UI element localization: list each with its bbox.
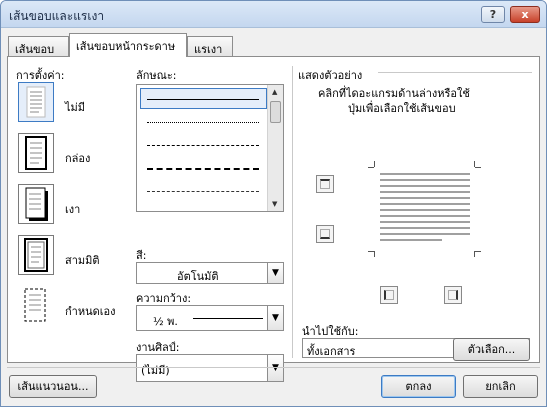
preview-text-line: [380, 185, 470, 187]
footer-divider: [7, 367, 540, 368]
options-button[interactable]: ตัวเลือก...: [453, 338, 530, 361]
corner-mark: [475, 251, 481, 252]
style-scrollbar[interactable]: ▲ ▼: [267, 85, 283, 211]
preview-text-line: [380, 191, 470, 193]
preview-text-line: [380, 197, 470, 199]
dialog-title: เส้นขอบและแรเงา: [9, 9, 105, 23]
scroll-down-icon[interactable]: ▼: [272, 200, 277, 208]
preview-heading: แสดงตัวอย่าง: [298, 69, 363, 82]
preview-text-line: [380, 215, 470, 217]
left-border-icon[interactable]: [380, 286, 398, 304]
setting-3d-label: สามมิติ: [65, 254, 100, 267]
scroll-up-icon[interactable]: ▲: [272, 88, 277, 96]
width-value: ½ พ.: [153, 315, 178, 328]
preview-text-line: [380, 173, 470, 175]
page-border-panel: การตั้งค่า: ไม่มี กล่อง เงา สามมิติ กำหน…: [7, 56, 540, 382]
style-option-long-dash[interactable]: [147, 168, 259, 170]
bottom-border-icon[interactable]: [316, 225, 334, 243]
horizontal-line-button[interactable]: เส้นแนวนอน...: [9, 375, 97, 398]
preview-text-line: [380, 221, 470, 223]
style-option-dashed[interactable]: [147, 145, 259, 146]
top-border-icon[interactable]: [316, 175, 334, 193]
chevron-down-icon[interactable]: ▼: [267, 263, 283, 283]
style-option-solid[interactable]: [147, 99, 259, 100]
style-option-dotted[interactable]: [147, 122, 259, 123]
apply-to-value: ทั้งเอกสาร: [307, 345, 356, 358]
preview-text-line: [380, 209, 470, 211]
setting-custom-button[interactable]: [18, 286, 54, 326]
tab-page-border[interactable]: เส้นขอบหน้ากระดาษ: [69, 33, 187, 57]
borders-shading-dialog: เส้นขอบและแรเงา ? x เส้นขอบ เส้นขอบหน้าก…: [0, 0, 547, 407]
ok-button[interactable]: ตกลง: [381, 375, 456, 398]
3d-border-icon: [24, 238, 48, 272]
dialog-body: เส้นขอบ เส้นขอบหน้ากระดาษ แรเงา การตั้งค…: [1, 28, 546, 406]
preview-text-line: [380, 233, 470, 235]
setting-box-button[interactable]: [18, 133, 54, 173]
none-border-icon: [26, 86, 46, 118]
setting-shadow-label: เงา: [65, 203, 81, 216]
setting-none-button[interactable]: [18, 82, 54, 122]
chevron-down-icon[interactable]: ▼: [267, 355, 283, 381]
help-button[interactable]: ?: [481, 6, 505, 23]
style-listbox[interactable]: ▲ ▼: [136, 84, 284, 212]
custom-border-icon: [24, 288, 46, 322]
color-value: อัตโนมัติ: [177, 270, 219, 283]
tab-shading[interactable]: แรเงา: [187, 36, 233, 56]
shadow-border-icon: [25, 187, 48, 221]
close-button[interactable]: x: [510, 6, 540, 23]
setting-box-label: กล่อง: [65, 152, 91, 165]
color-dropdown[interactable]: อัตโนมัติ ▼: [136, 262, 284, 284]
width-line-sample: [193, 318, 263, 319]
corner-mark: [368, 167, 374, 168]
art-dropdown[interactable]: (ไม่มี) ▼: [136, 354, 284, 382]
chevron-down-icon[interactable]: ▼: [267, 306, 283, 330]
style-option-dash-dot[interactable]: [147, 191, 259, 192]
column-divider: [292, 66, 293, 358]
width-dropdown[interactable]: ½ พ. ▼: [136, 305, 284, 331]
corner-mark: [374, 161, 375, 167]
tab-borders[interactable]: เส้นขอบ: [8, 36, 69, 56]
preview-text-line: [380, 179, 470, 181]
title-bar: เส้นขอบและแรเงา ? x: [1, 1, 546, 28]
setting-none-label: ไม่มี: [65, 101, 86, 114]
setting-custom-label: กำหนดเอง: [65, 305, 116, 318]
preview-text-line: [380, 239, 442, 241]
preview-diagram[interactable]: [364, 161, 484, 281]
right-border-icon[interactable]: [444, 286, 462, 304]
box-border-icon: [25, 136, 47, 170]
corner-mark: [475, 167, 481, 168]
art-value: (ไม่มี): [141, 364, 170, 377]
corner-mark: [368, 251, 374, 252]
preview-heading-rule: [378, 72, 532, 73]
style-heading: ลักษณะ:: [136, 69, 177, 82]
scroll-thumb[interactable]: [270, 101, 281, 123]
setting-3d-button[interactable]: [18, 235, 54, 275]
preview-hint-line2: ปุ่มเพื่อเลือกใช้เส้นขอบ: [348, 102, 456, 115]
preview-text-line: [380, 227, 470, 229]
setting-shadow-button[interactable]: [18, 184, 54, 224]
corner-mark: [374, 251, 375, 257]
preview-text-line: [380, 203, 470, 205]
cancel-button[interactable]: ยกเลิก: [463, 375, 538, 398]
